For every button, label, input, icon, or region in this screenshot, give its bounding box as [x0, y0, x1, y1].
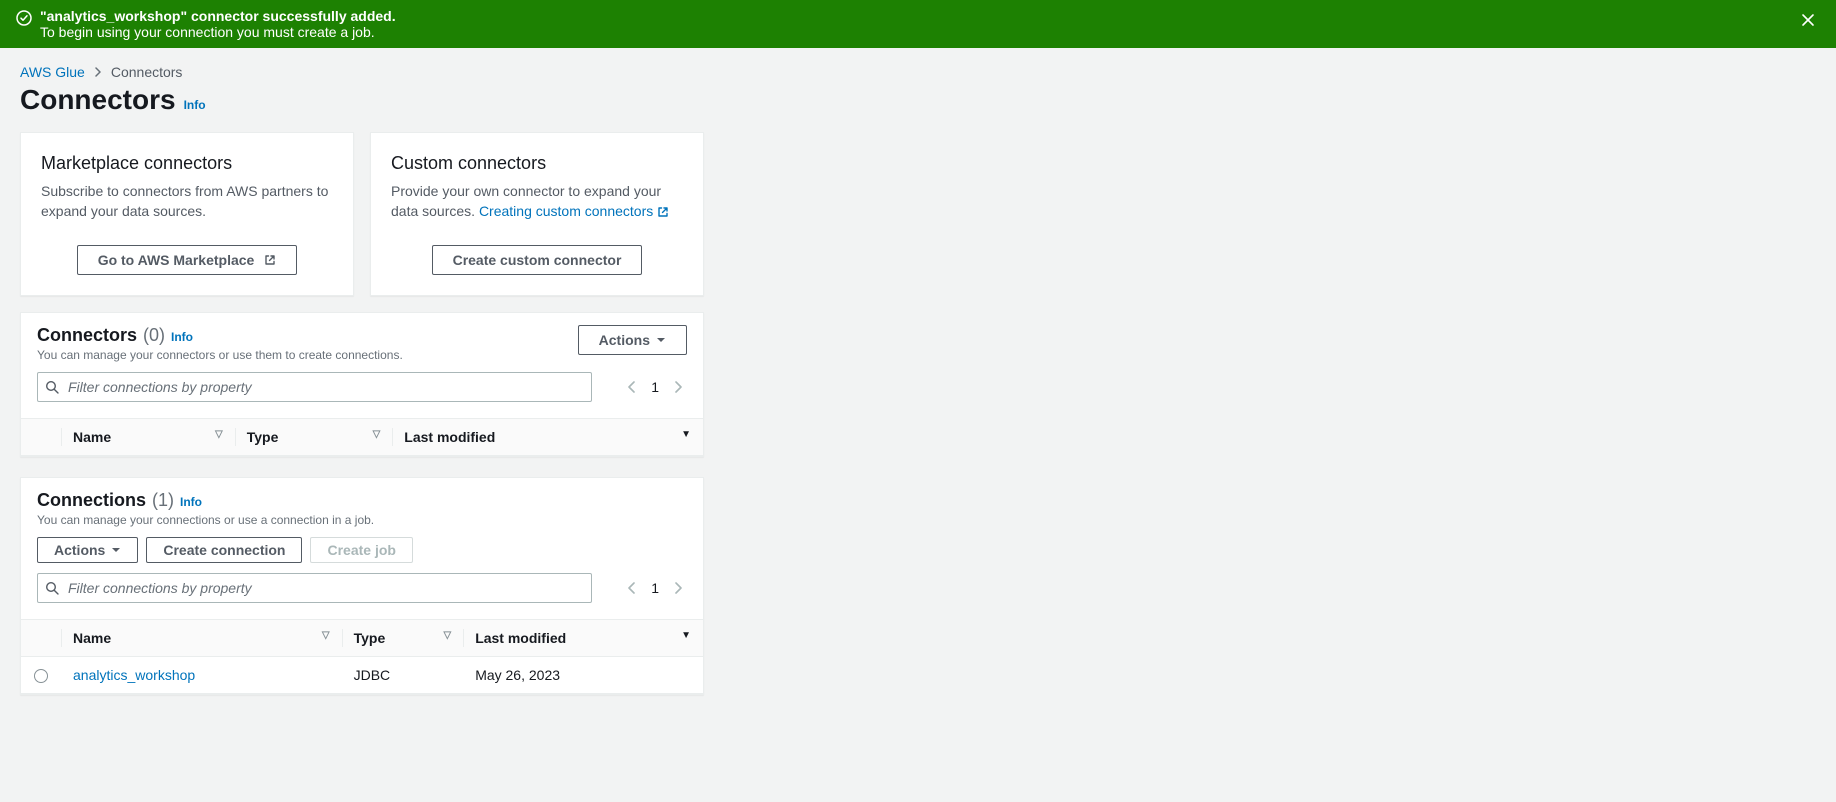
connections-filter-input[interactable] — [37, 573, 592, 603]
connection-last-modified: May 26, 2023 — [463, 657, 703, 694]
next-page-button[interactable] — [673, 381, 683, 393]
prev-page-button[interactable] — [627, 381, 637, 393]
search-icon — [45, 380, 59, 394]
success-check-icon — [16, 10, 32, 26]
sort-icon: ▼ — [681, 630, 691, 641]
sort-icon: ▼ — [681, 429, 691, 440]
chevron-right-icon — [93, 67, 103, 77]
external-link-icon — [657, 206, 669, 218]
create-connection-button[interactable]: Create connection — [146, 537, 302, 563]
connections-filter — [37, 573, 592, 603]
custom-card-title: Custom connectors — [391, 153, 683, 174]
connectors-count: (0) — [143, 325, 165, 346]
marketplace-card-desc: Subscribe to connectors from AWS partner… — [41, 182, 333, 221]
connections-actions-button[interactable]: Actions — [37, 537, 138, 563]
alert-close-button[interactable] — [1796, 8, 1820, 32]
connections-header-name[interactable]: Name▽ — [61, 620, 342, 657]
connectors-panel: Connectors (0) Info You can manage your … — [20, 312, 704, 457]
create-custom-connector-button[interactable]: Create custom connector — [432, 245, 643, 275]
connections-header-last-modified[interactable]: Last modified▼ — [463, 620, 703, 657]
connectors-table: Name▽ Type▽ Last modified▼ — [21, 418, 703, 456]
connectors-pager: 1 — [627, 379, 687, 395]
connection-name-link[interactable]: analytics_workshop — [73, 667, 195, 683]
breadcrumb-root[interactable]: AWS Glue — [20, 64, 85, 80]
go-to-marketplace-button[interactable]: Go to AWS Marketplace — [77, 245, 298, 275]
marketplace-card: Marketplace connectors Subscribe to conn… — [20, 132, 354, 296]
external-link-icon — [264, 254, 276, 266]
next-page-button[interactable] — [673, 582, 683, 594]
sort-icon: ▽ — [443, 630, 451, 641]
alert-description: To begin using your connection you must … — [40, 24, 396, 40]
prev-page-button[interactable] — [627, 582, 637, 594]
connections-info-link[interactable]: Info — [180, 495, 202, 509]
connectors-header-last-modified[interactable]: Last modified▼ — [392, 419, 703, 456]
alert-title: "analytics_workshop" connector successfu… — [40, 8, 396, 24]
connections-actions-label: Actions — [54, 542, 105, 558]
caret-down-icon — [656, 335, 666, 345]
connectors-filter — [37, 372, 592, 402]
sort-icon: ▽ — [322, 630, 330, 641]
sort-icon: ▽ — [215, 429, 223, 440]
custom-card: Custom connectors Provide your own conne… — [370, 132, 704, 296]
breadcrumb-current: Connectors — [111, 64, 183, 80]
creating-custom-connectors-label: Creating custom connectors — [479, 203, 653, 219]
custom-card-desc: Provide your own connector to expand you… — [391, 182, 683, 221]
creating-custom-connectors-link[interactable]: Creating custom connectors — [479, 203, 669, 219]
select-all-header — [21, 419, 61, 456]
connectors-header-type[interactable]: Type▽ — [235, 419, 393, 456]
connectors-filter-input[interactable] — [37, 372, 592, 402]
row-select-radio[interactable] — [34, 669, 48, 683]
caret-down-icon — [111, 545, 121, 555]
connections-desc: You can manage your connections or use a… — [37, 513, 374, 527]
breadcrumb: AWS Glue Connectors — [20, 64, 1816, 80]
connections-pager: 1 — [627, 580, 687, 596]
connectors-info-link[interactable]: Info — [171, 330, 193, 344]
connections-title: Connections — [37, 490, 146, 511]
marketplace-card-title: Marketplace connectors — [41, 153, 333, 174]
connectors-header-name[interactable]: Name▽ — [61, 419, 235, 456]
connections-panel: Connections (1) Info You can manage your… — [20, 477, 704, 695]
connectors-page-number: 1 — [651, 379, 659, 395]
select-all-header — [21, 620, 61, 657]
connectors-actions-button[interactable]: Actions — [578, 325, 687, 355]
connection-type: JDBC — [342, 657, 464, 694]
search-icon — [45, 581, 59, 595]
connections-table: Name▽ Type▽ Last modified▼ analytics_wor… — [21, 619, 703, 694]
connectors-desc: You can manage your connectors or use th… — [37, 348, 403, 362]
go-to-marketplace-label: Go to AWS Marketplace — [98, 252, 255, 268]
connectors-actions-label: Actions — [599, 332, 650, 348]
page-info-link[interactable]: Info — [184, 98, 206, 112]
success-alert: "analytics_workshop" connector successfu… — [0, 0, 1836, 48]
connections-count: (1) — [152, 490, 174, 511]
table-row: analytics_workshop JDBC May 26, 2023 — [21, 657, 703, 694]
sort-icon: ▽ — [373, 429, 381, 440]
connectors-title: Connectors — [37, 325, 137, 346]
create-job-button[interactable]: Create job — [310, 537, 412, 563]
connections-header-type[interactable]: Type▽ — [342, 620, 464, 657]
page-title: Connectors — [20, 84, 176, 116]
connections-page-number: 1 — [651, 580, 659, 596]
